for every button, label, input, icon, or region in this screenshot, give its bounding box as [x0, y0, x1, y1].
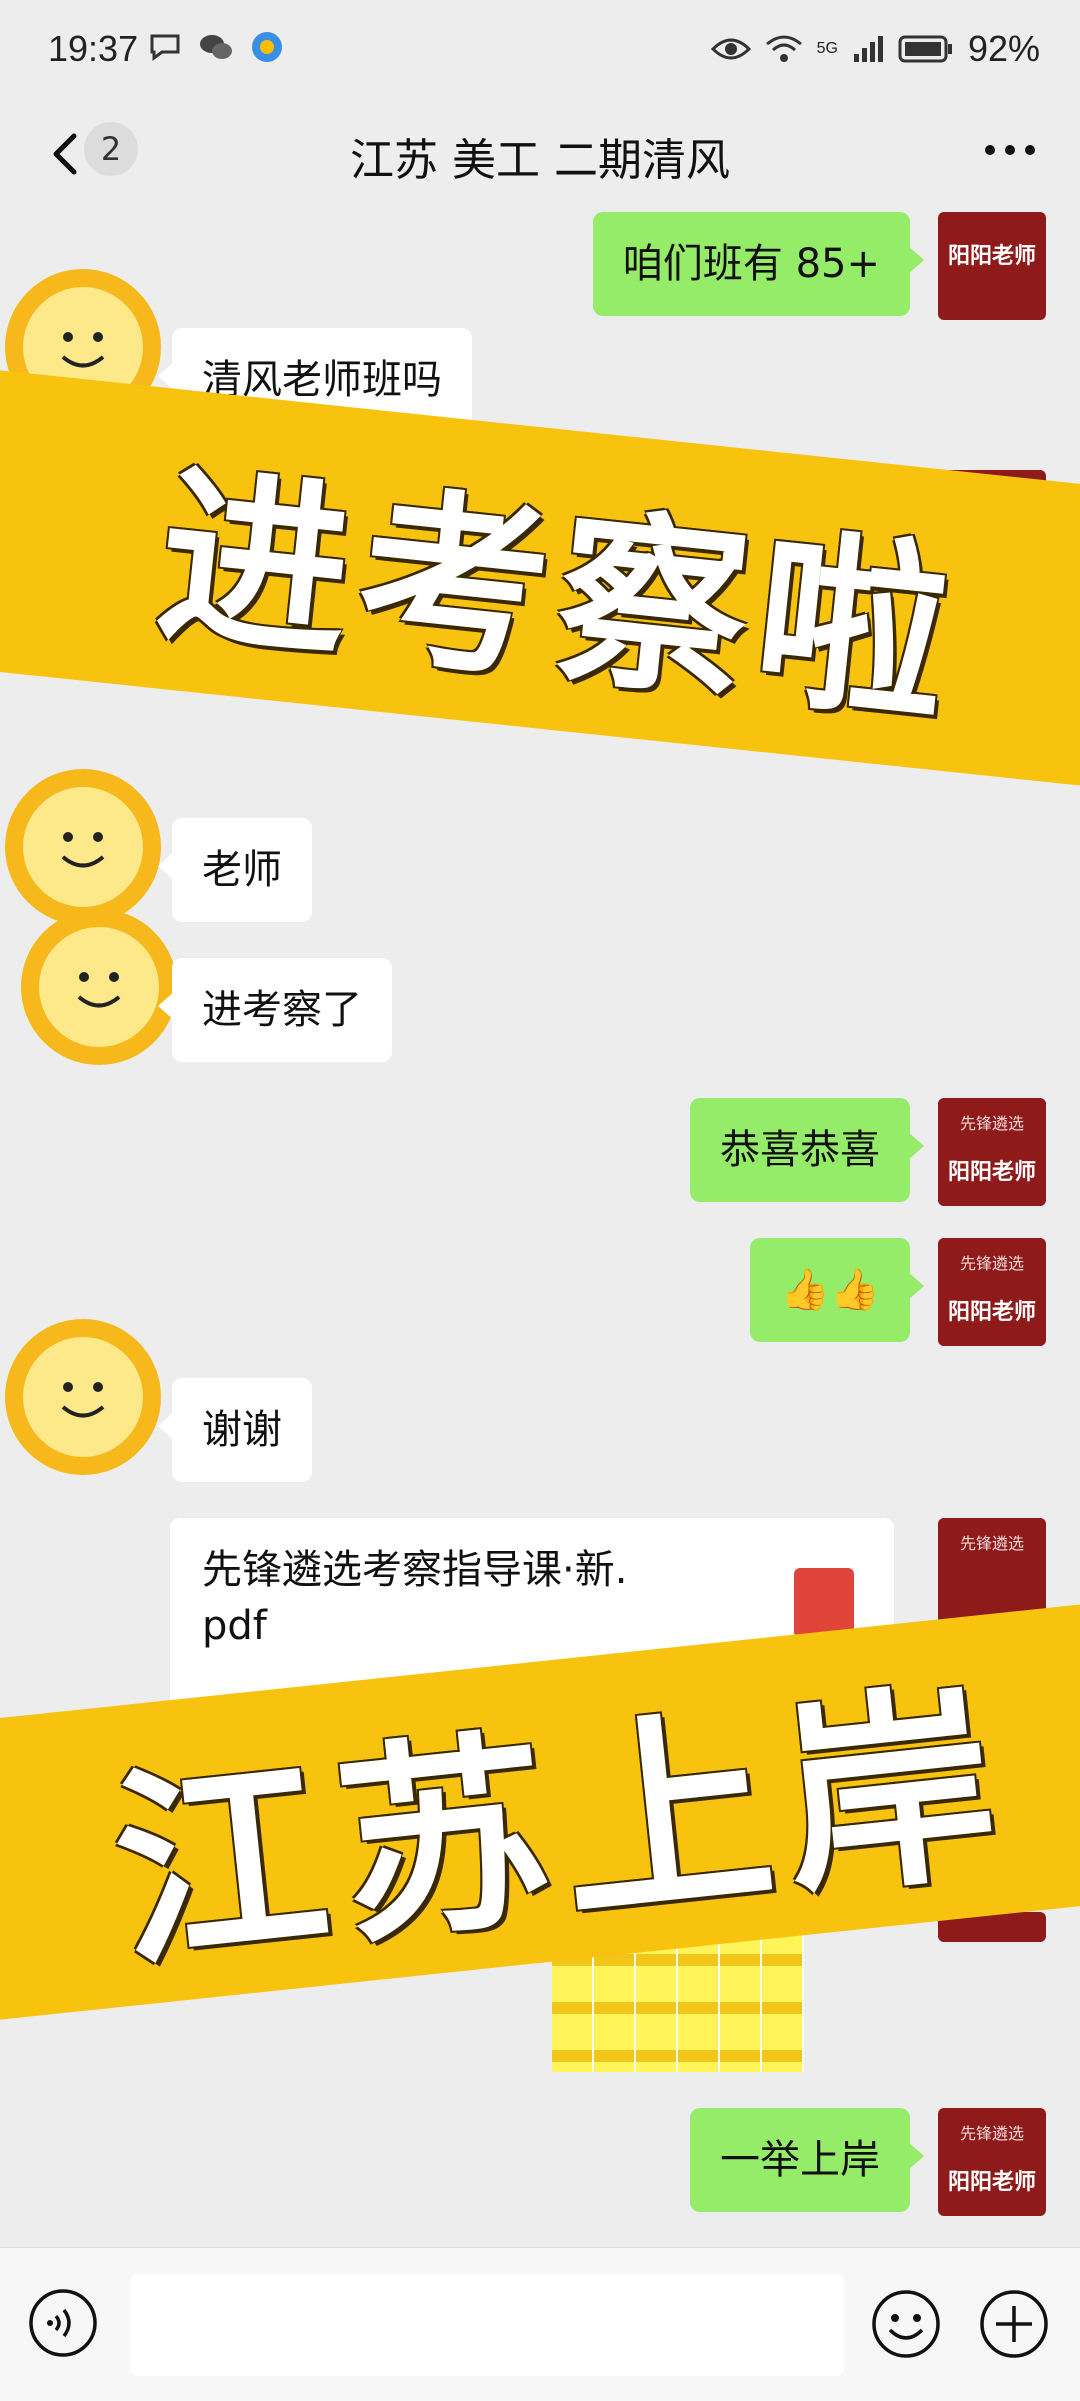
message-text: 进考察了 [202, 987, 362, 1033]
emoji-icon[interactable] [870, 2288, 942, 2360]
avatar-logo-text: 先锋遴选 [959, 2124, 1024, 2143]
eye-icon [710, 38, 751, 60]
avatar-name: 阳阳老师 [947, 1160, 1036, 1185]
message-bubble-received[interactable]: 进考察了 [158, 958, 392, 1062]
status-right: 5G 92% [710, 28, 1040, 70]
sticker-frame [762, 1932, 804, 2072]
sticker-frame [678, 1932, 720, 2072]
avatar-name: 阳阳老师 [947, 1300, 1036, 1325]
sun-avatar[interactable] [0, 1312, 168, 1482]
status-bar: 19:37 5G 92% [0, 0, 1080, 100]
sun-avatar[interactable] [14, 902, 184, 1072]
voice-input-icon[interactable] [28, 2288, 98, 2358]
message-bubble-sent[interactable]: 一举上岸 [690, 2108, 924, 2212]
add-attachment-icon[interactable] [978, 2288, 1050, 2360]
message-text: 咱们班有 85+ [622, 241, 880, 287]
app-icon [252, 32, 282, 62]
chat-header: 2 江苏 美工 二期清风 [0, 100, 1080, 212]
message-text: 恭喜恭喜 [720, 1127, 880, 1173]
sticker-frame [720, 1932, 762, 2072]
avatar[interactable]: 先锋遴选 阳阳老师 [938, 1098, 1046, 1206]
message-bubble-sent[interactable]: 咱们班有 85+ [592, 212, 925, 316]
status-time: 19:37 [48, 28, 139, 69]
wechat-icon [200, 35, 232, 59]
chat-title: 江苏 美工 二期清风 [350, 135, 730, 186]
avatar[interactable]: 先锋遴选 阳阳老师 [938, 1238, 1046, 1346]
avatar[interactable]: 先锋遴选 阳阳老师 [938, 2108, 1046, 2216]
avatar-name: 阳阳老师 [947, 244, 1036, 269]
message-text: 一举上岸 [720, 2137, 880, 2183]
notification-icons [148, 30, 284, 64]
thumbs-up-emoji: 👍👍 [780, 1267, 880, 1313]
message-bubble-received[interactable]: 老师 [158, 818, 312, 922]
battery-icon [898, 35, 952, 63]
chat-bubble-icon [150, 34, 180, 61]
more-options-icon[interactable] [980, 130, 1040, 170]
avatar-name: 阳阳老师 [947, 2170, 1036, 2195]
network-type: 5G [816, 40, 838, 57]
avatar-logo-text: 先锋遴选 [959, 1254, 1024, 1273]
signal-icon [853, 36, 883, 62]
avatar[interactable]: 阳阳老师 [938, 212, 1046, 320]
file-name-line1: 先锋遴选考察指导课·新. [202, 1547, 628, 1593]
avatar-logo-text: 先锋遴选 [959, 1534, 1024, 1553]
message-bubble-received[interactable]: 谢谢 [158, 1378, 312, 1482]
message-input-bar [0, 2247, 1080, 2401]
message-bubble-sent[interactable]: 👍👍 [750, 1238, 924, 1342]
message-text: 老师 [202, 847, 282, 893]
avatar-logo-text: 先锋遴选 [959, 1114, 1024, 1133]
wifi-icon [765, 35, 802, 62]
battery-percent: 92% [967, 28, 1040, 69]
message-bubble-sent[interactable]: 恭喜恭喜 [690, 1098, 924, 1202]
message-input[interactable] [130, 2274, 844, 2376]
message-text: 谢谢 [202, 1407, 282, 1453]
